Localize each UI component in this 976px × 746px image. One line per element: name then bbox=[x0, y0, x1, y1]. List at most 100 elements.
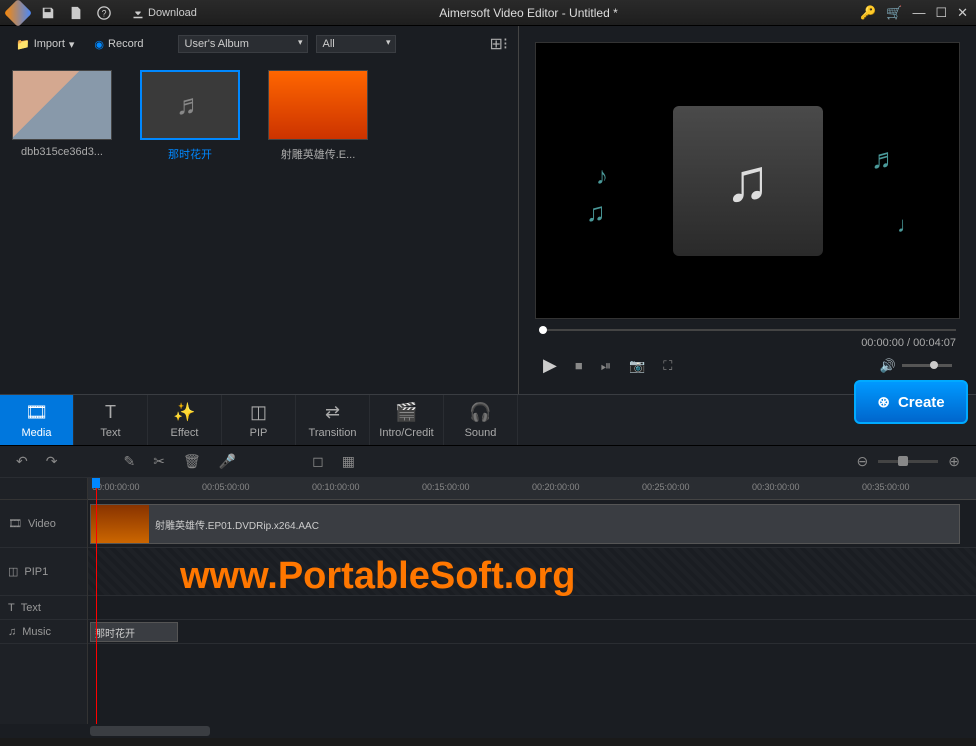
download-button[interactable]: Download bbox=[132, 7, 197, 19]
preview-panel: ♫ ♪ ♬ ♩ ♫ 00:00:00 / 00:04:07 ▶ ■ ⏯ 📷 ⛶ … bbox=[518, 26, 976, 394]
play-button[interactable]: ▶ bbox=[543, 355, 557, 376]
zoom-in-button[interactable]: ⊕ bbox=[948, 453, 960, 470]
note-decoration-icon: ♫ bbox=[586, 197, 606, 228]
zoom-slider[interactable] bbox=[878, 460, 938, 463]
reel-icon: ⊛ bbox=[877, 393, 890, 411]
minimize-button[interactable]: — bbox=[912, 5, 925, 21]
effect-icon: ✨ bbox=[173, 402, 195, 423]
voiceover-button[interactable]: 🎤 bbox=[219, 453, 236, 470]
tab-media[interactable]: 🎞Media bbox=[0, 395, 74, 445]
tab-label: Sound bbox=[465, 427, 497, 439]
clapper-icon: 🎬 bbox=[395, 402, 417, 423]
timeline: 🎞Video ◫PIP1 TText ♫Music 00:00:00:00 00… bbox=[0, 478, 976, 724]
headphone-icon: 🎧 bbox=[469, 402, 491, 423]
ruler-mark: 00:35:00:00 bbox=[862, 482, 910, 492]
tab-pip[interactable]: ◫ PIP bbox=[222, 395, 296, 445]
ruler-mark: 00:20:00:00 bbox=[532, 482, 580, 492]
tab-label: Media bbox=[22, 427, 52, 439]
preview-time: 00:00:00 / 00:04:07 bbox=[539, 337, 956, 349]
record-button[interactable]: ◉ Record bbox=[88, 36, 149, 53]
media-panel: 📁 Import ▾ ◉ Record User's Album All ⊞⁝ … bbox=[0, 26, 518, 394]
import-label: Import bbox=[34, 38, 65, 50]
thumb-label: 那时花开 bbox=[138, 146, 242, 162]
edit-button[interactable]: ✎ bbox=[123, 453, 135, 470]
timeline-ruler[interactable]: 00:00:00:00 00:05:00:00 00:10:00:00 00:1… bbox=[88, 478, 976, 500]
tab-sound[interactable]: 🎧 Sound bbox=[444, 395, 518, 445]
video-track[interactable]: 射雕英雄传.EP01.DVDRip.x264.AAC bbox=[88, 500, 976, 548]
filter-dropdown[interactable]: All bbox=[316, 35, 396, 53]
pip-track-icon: ◫ bbox=[8, 565, 18, 578]
media-thumb[interactable]: ♬ 那时花开 bbox=[138, 70, 242, 162]
track-label-music[interactable]: ♫Music bbox=[0, 620, 87, 644]
tab-intro[interactable]: 🎬 Intro/Credit bbox=[370, 395, 444, 445]
volume-icon[interactable]: 🔊 bbox=[880, 358, 896, 374]
cut-button[interactable]: ✂ bbox=[153, 453, 165, 470]
note-decoration-icon: ♬ bbox=[871, 143, 899, 175]
horizontal-scrollbar[interactable] bbox=[0, 724, 976, 738]
ruler-mark: 00:30:00:00 bbox=[752, 482, 800, 492]
film-icon: 🎞 bbox=[8, 517, 22, 530]
tab-label: PIP bbox=[250, 427, 268, 439]
text-track-icon: T bbox=[8, 602, 15, 614]
create-button[interactable]: ⊛ Create bbox=[854, 380, 968, 424]
help-icon[interactable]: ? bbox=[96, 5, 112, 21]
maximize-button[interactable]: ☐ bbox=[935, 5, 947, 21]
cart-icon[interactable]: 🛒 bbox=[886, 5, 902, 21]
thumbnail-grid: dbb315ce36d3... ♬ 那时花开 射雕英雄传.E... bbox=[0, 58, 518, 174]
step-forward-button[interactable]: ⏯ bbox=[601, 358, 611, 374]
tab-effect[interactable]: ✨ Effect bbox=[148, 395, 222, 445]
close-button[interactable]: ✕ bbox=[957, 5, 968, 21]
media-thumb[interactable]: dbb315ce36d3... bbox=[10, 70, 114, 162]
watermark-text: www.PortableSoft.org bbox=[180, 555, 576, 598]
mosaic-button[interactable]: ▦ bbox=[342, 453, 355, 470]
ruler-mark: 00:15:00:00 bbox=[422, 482, 470, 492]
tab-transition[interactable]: ⇄Transition bbox=[296, 395, 370, 445]
track-label-pip[interactable]: ◫PIP1 bbox=[0, 548, 87, 596]
tab-text[interactable]: TText bbox=[74, 395, 148, 445]
preview-screen[interactable]: ♫ ♪ ♬ ♩ ♫ bbox=[535, 42, 960, 319]
window-title: Aimersoft Video Editor - Untitled * bbox=[197, 6, 860, 20]
music-clip[interactable]: 那时花开 bbox=[90, 622, 178, 642]
media-thumb[interactable]: 射雕英雄传.E... bbox=[266, 70, 370, 162]
pip-icon: ◫ bbox=[250, 402, 267, 423]
note-decoration-icon: ♩ bbox=[897, 212, 919, 238]
timeline-toolbar: ↶ ↷ ✎ ✂ 🗑 🎤 ◻ ▦ ⊖ ⊕ bbox=[0, 446, 976, 478]
preview-progress-bar[interactable] bbox=[539, 327, 956, 333]
record-icon: ◉ bbox=[94, 38, 104, 51]
svg-text:?: ? bbox=[102, 8, 107, 18]
track-label-video[interactable]: 🎞Video bbox=[0, 500, 87, 548]
undo-button[interactable]: ↶ bbox=[16, 453, 28, 470]
import-button[interactable]: 📁 Import ▾ bbox=[10, 36, 80, 53]
fullscreen-button[interactable]: ⛶ bbox=[663, 358, 672, 374]
file-icon[interactable] bbox=[68, 5, 84, 21]
create-label: Create bbox=[898, 394, 945, 411]
music-artwork-icon: ♫ bbox=[673, 106, 823, 256]
tab-label: Effect bbox=[171, 427, 199, 439]
text-track[interactable] bbox=[88, 596, 976, 620]
playhead[interactable] bbox=[96, 478, 97, 724]
delete-button[interactable]: 🗑 bbox=[183, 453, 201, 470]
note-decoration-icon: ♪ bbox=[596, 163, 608, 191]
save-icon[interactable] bbox=[40, 5, 56, 21]
chevron-down-icon: ▾ bbox=[69, 38, 75, 51]
zoom-out-button[interactable]: ⊖ bbox=[857, 453, 869, 470]
snapshot-button[interactable]: 📷 bbox=[629, 358, 645, 374]
redo-button[interactable]: ↷ bbox=[46, 453, 58, 470]
music-track[interactable]: 那时花开 bbox=[88, 620, 976, 644]
thumb-label: 射雕英雄传.E... bbox=[266, 146, 370, 162]
record-label: Record bbox=[108, 38, 143, 50]
grid-view-icon[interactable]: ⊞⁝ bbox=[490, 34, 509, 54]
volume-slider[interactable] bbox=[902, 364, 952, 367]
key-icon[interactable]: 🔑 bbox=[860, 5, 876, 21]
category-tabs: 🎞Media TText ✨ Effect ◫ PIP ⇄Transition 🎬 I… bbox=[0, 394, 976, 446]
tab-label: Transition bbox=[309, 427, 357, 439]
tab-label: Intro/Credit bbox=[379, 427, 433, 439]
stop-button[interactable]: ■ bbox=[575, 358, 583, 373]
thumb-image bbox=[12, 70, 112, 140]
video-clip[interactable]: 射雕英雄传.EP01.DVDRip.x264.AAC bbox=[90, 504, 960, 544]
crop-button[interactable]: ◻ bbox=[312, 453, 324, 470]
titlebar: ? Download Aimersoft Video Editor - Unti… bbox=[0, 0, 976, 26]
track-label-text[interactable]: TText bbox=[0, 596, 87, 620]
clip-label: 射雕英雄传.EP01.DVDRip.x264.AAC bbox=[149, 517, 325, 532]
album-dropdown[interactable]: User's Album bbox=[178, 35, 308, 53]
